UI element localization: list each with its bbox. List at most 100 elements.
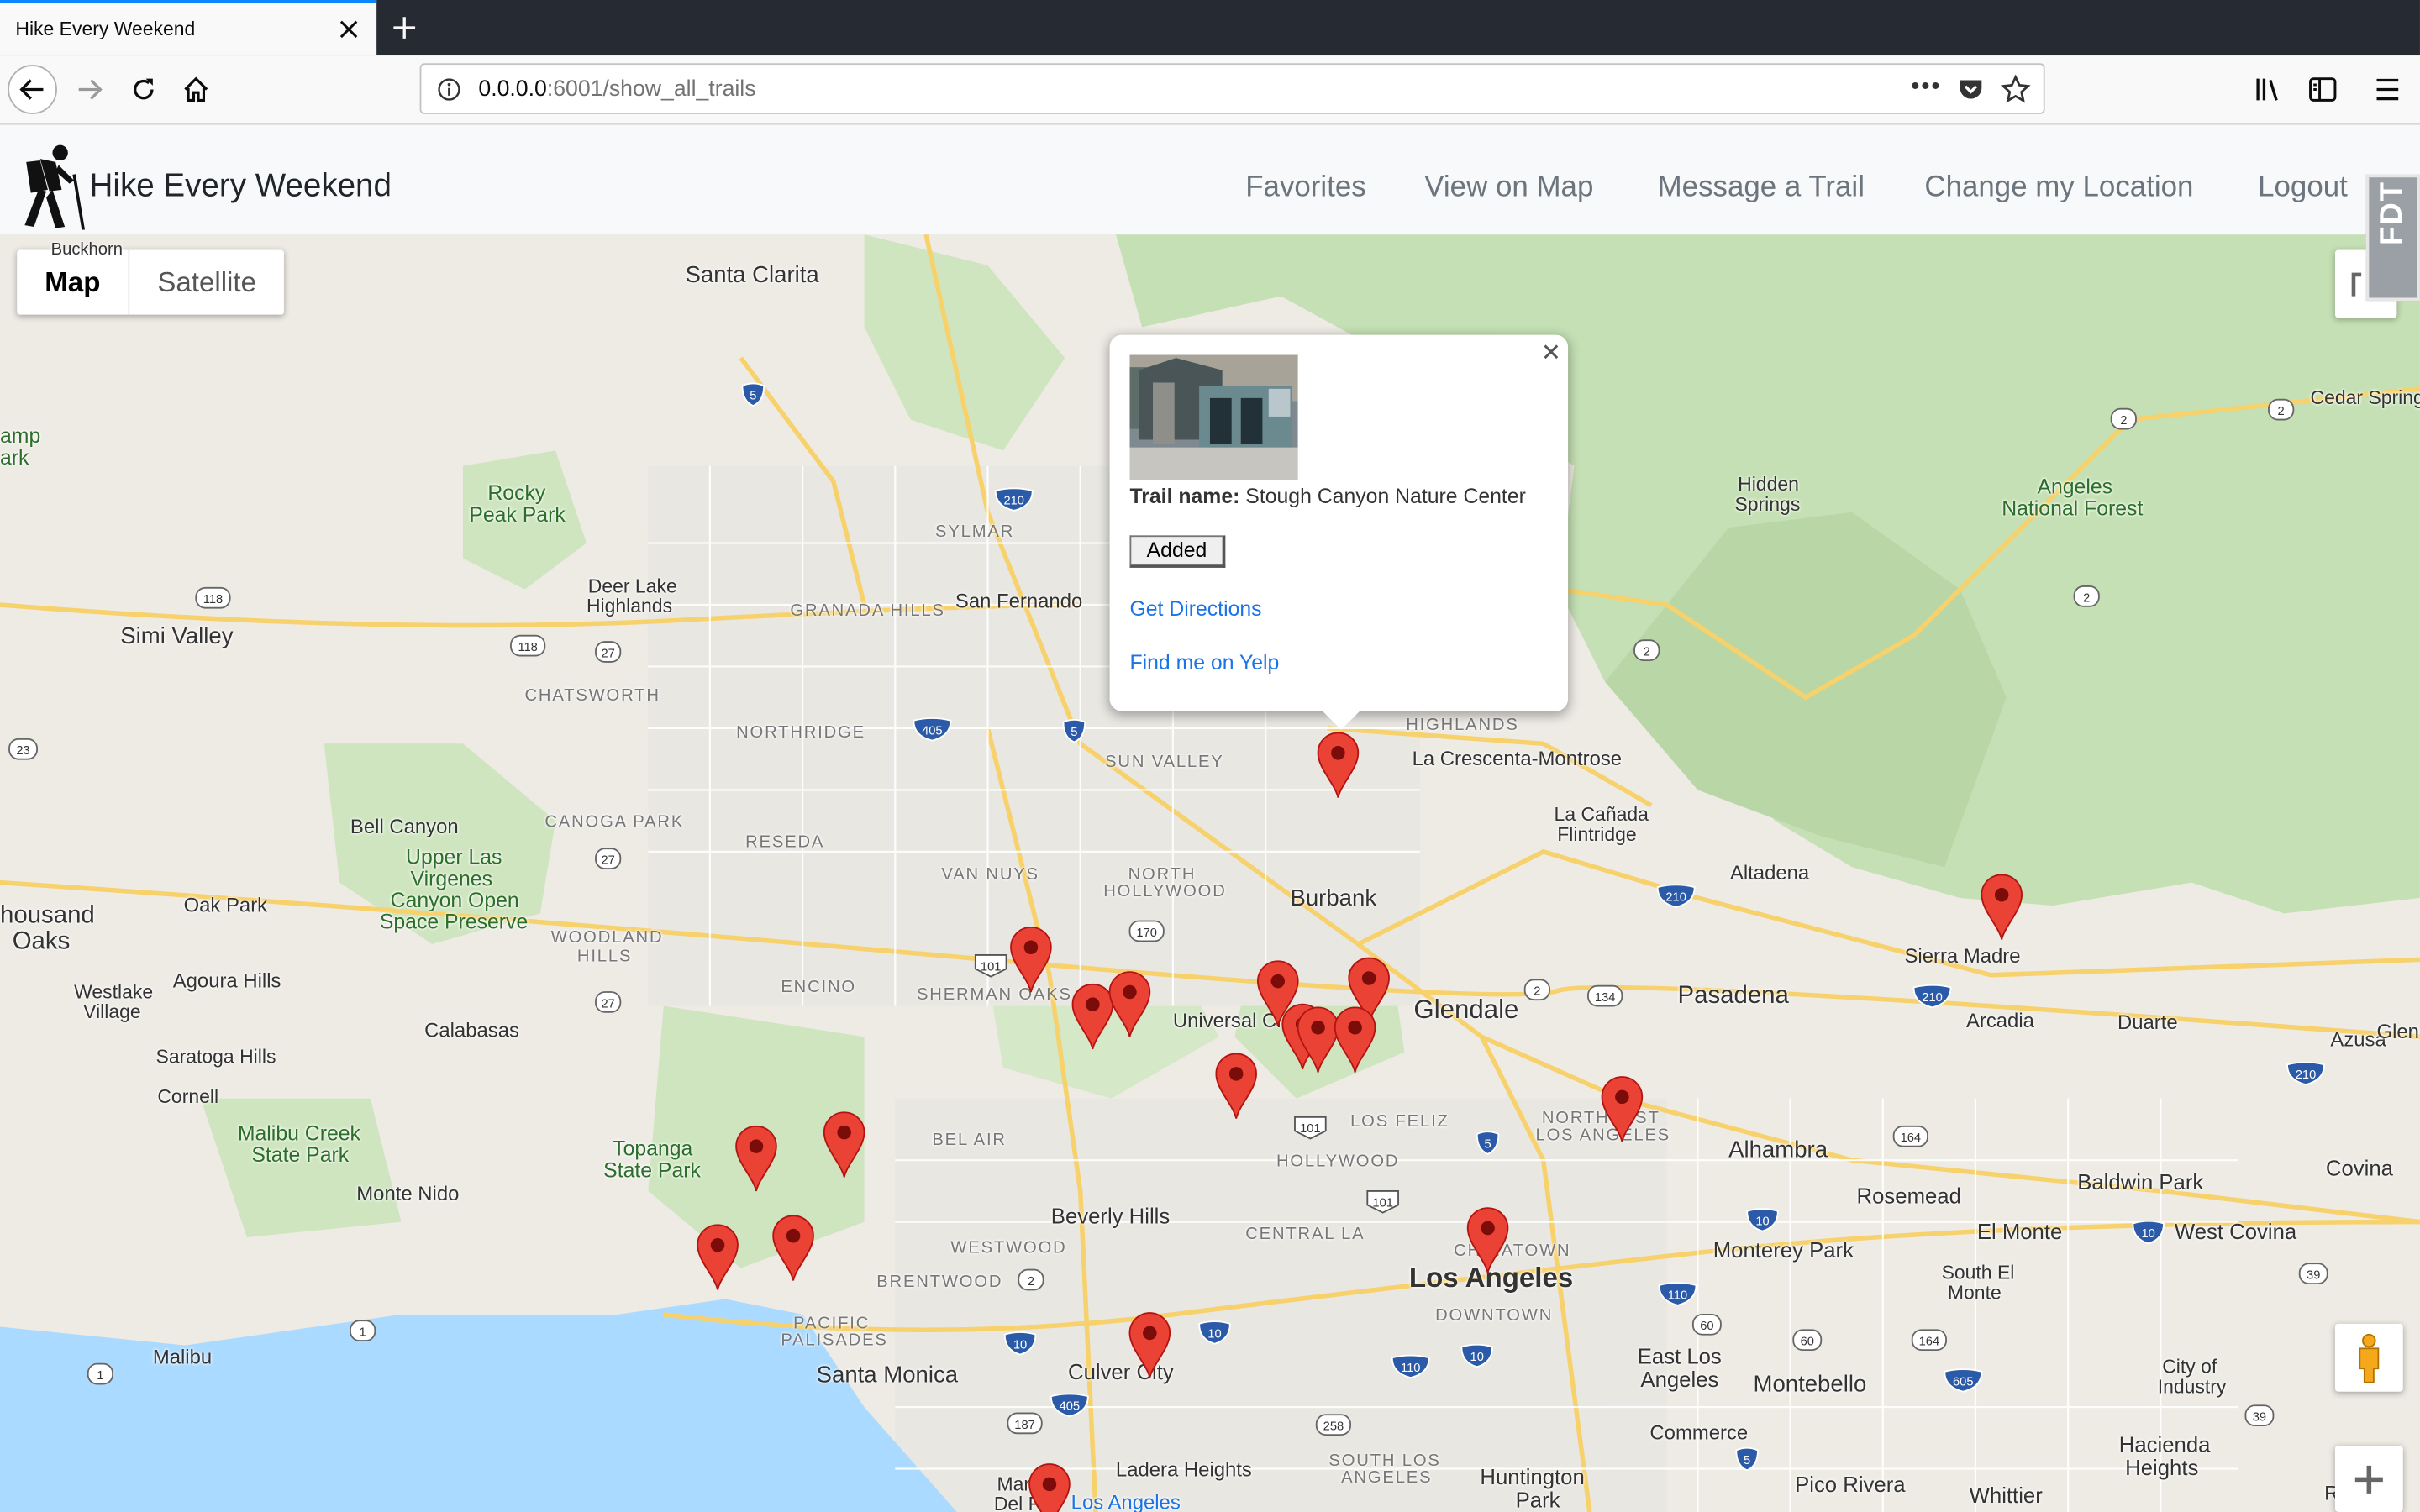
map-label: Burbank: [1290, 885, 1377, 912]
shield-number: 101: [981, 960, 1002, 974]
app-brand[interactable]: Hike Every Weekend: [90, 168, 392, 205]
trail-marker[interactable]: [1009, 926, 1052, 994]
state-route-shield-icon: 60: [1691, 1313, 1722, 1336]
map-label: Commerce: [1649, 1420, 1749, 1445]
site-info-icon[interactable]: [437, 77, 461, 102]
map-label: Pasadena: [1677, 982, 1789, 1010]
url-bar[interactable]: 0.0.0.0:6001/show_all_trails •••: [419, 63, 2045, 114]
close-tab-icon[interactable]: [336, 17, 360, 41]
nav-message-a-trail[interactable]: Message a Trail: [1658, 171, 1865, 205]
url-text[interactable]: 0.0.0.0:6001/show_all_trails: [478, 77, 755, 102]
get-directions-link[interactable]: Get Directions: [1129, 597, 1261, 621]
interstate-shield-icon: 5: [1476, 1131, 1500, 1155]
map-type-satellite[interactable]: Satellite: [128, 249, 284, 315]
state-route-shield-icon: 27: [595, 641, 622, 663]
map-label: NORTHRIDGE: [736, 723, 865, 743]
map-canvas[interactable]: Map Satellite Santa Clarita Buckhorn amp…: [0, 234, 2420, 1512]
map-label: Los Angeles: [1071, 1490, 1181, 1512]
reload-button[interactable]: [118, 65, 168, 114]
find-on-yelp-link[interactable]: Find me on Yelp: [1129, 651, 1279, 675]
nav-favorites[interactable]: Favorites: [1245, 171, 1366, 205]
interstate-shield-icon: 210: [2286, 1061, 2325, 1086]
trail-marker[interactable]: [1214, 1053, 1257, 1121]
nav-logout[interactable]: Logout: [2258, 171, 2348, 205]
map-label: Huntington: [1480, 1464, 1585, 1489]
trail-marker[interactable]: [1108, 970, 1151, 1038]
map-label: Santa Monica: [816, 1362, 959, 1389]
map-label: PALISADES: [781, 1331, 888, 1351]
map-label: Monte Nido: [356, 1181, 460, 1205]
trail-marker[interactable]: [1980, 874, 2023, 942]
trail-marker[interactable]: [1334, 1006, 1376, 1074]
sidebar-icon[interactable]: [2307, 74, 2338, 105]
trail-marker[interactable]: [1028, 1462, 1071, 1512]
zoom-in-button[interactable]: [2334, 1445, 2403, 1512]
map-label: Oaks: [12, 928, 71, 955]
trail-marker[interactable]: [1601, 1075, 1644, 1143]
trail-marker[interactable]: [696, 1224, 739, 1292]
trail-marker[interactable]: [734, 1125, 777, 1193]
state-route-shield-icon: 1: [350, 1320, 376, 1342]
trail-marker[interactable]: [1128, 1311, 1171, 1379]
map-label: Westlake: [74, 981, 154, 1003]
plus-icon: [2354, 1465, 2383, 1494]
shield-number: 118: [518, 641, 537, 654]
home-button[interactable]: [171, 65, 221, 114]
shield-number: 101: [1372, 1196, 1393, 1210]
page-actions-icon[interactable]: •••: [1911, 74, 1941, 102]
map-label: Monterey Park: [1712, 1237, 1854, 1263]
menu-icon[interactable]: [2374, 74, 2402, 105]
forward-button[interactable]: [65, 65, 114, 114]
map-label: LOS FELIZ: [1350, 1112, 1449, 1131]
state-route-shield-icon: 187: [1007, 1412, 1043, 1435]
map-label: Santa Clarita: [685, 262, 819, 289]
state-route-shield-icon: 2: [1523, 979, 1550, 1001]
interstate-shield-icon: 405: [913, 717, 952, 742]
map-label: Altadena: [1729, 860, 1810, 885]
bookmark-star-icon[interactable]: [2000, 74, 2031, 105]
interstate-shield-icon: 5: [1735, 1446, 1759, 1472]
map-label: La Crescenta-Montrose: [1412, 746, 1623, 770]
shield-number: 2: [2083, 591, 2090, 605]
back-button[interactable]: [8, 65, 57, 114]
map-label: Bell Canyon: [350, 814, 459, 838]
shield-number: 2: [1534, 985, 1540, 999]
state-route-shield-icon: 2: [2268, 398, 2295, 421]
shield-number: 164: [1901, 1131, 1922, 1145]
trail-marker[interactable]: [771, 1214, 814, 1282]
shield-number: 2: [2278, 405, 2285, 418]
map-label: Ladera Heights: [1115, 1457, 1252, 1482]
trail-marker[interactable]: [1317, 732, 1360, 800]
shield-number: 1: [360, 1326, 366, 1340]
us-route-shield-icon: 101: [1294, 1116, 1327, 1140]
interstate-shield-icon: 10: [1460, 1343, 1494, 1368]
library-icon[interactable]: [2254, 74, 2285, 105]
interstate-shield-icon: 10: [2132, 1220, 2165, 1245]
trail-marker[interactable]: [1466, 1206, 1509, 1274]
shield-number: 118: [203, 593, 223, 606]
nav-change-location[interactable]: Change my Location: [1924, 171, 2193, 205]
map-label: Topanga: [613, 1137, 693, 1161]
shield-number: 5: [1071, 726, 1077, 739]
hiker-logo-icon[interactable]: [18, 144, 87, 230]
street-view-pegman-button[interactable]: [2334, 1323, 2403, 1392]
shield-number: 27: [601, 997, 614, 1011]
map-label: Angeles: [2037, 475, 2113, 499]
shield-number: 110: [1401, 1362, 1420, 1375]
pocket-icon[interactable]: [1957, 76, 1985, 103]
map-label: Industry: [2157, 1376, 2227, 1399]
trail-marker[interactable]: [823, 1110, 865, 1179]
new-tab-icon[interactable]: [389, 13, 420, 44]
map-label: Oak Park: [183, 893, 268, 916]
map-label: HOLLYWOOD: [1103, 882, 1227, 901]
nav-view-on-map[interactable]: View on Map: [1424, 171, 1593, 205]
browser-tab[interactable]: Hike Every Weekend: [0, 0, 377, 56]
added-favorite-button[interactable]: Added: [1129, 535, 1226, 568]
map-label: Canyon Open: [390, 888, 519, 912]
app-header: Hike Every Weekend Favorites View on Map…: [0, 124, 2420, 235]
map-label: SYLMAR: [935, 522, 1015, 542]
trail-name-line: Trail name: Stough Canyon Nature Center: [1129, 485, 1525, 508]
map-label: HOLLYWOOD: [1276, 1152, 1400, 1172]
state-route-shield-icon: 118: [195, 586, 231, 609]
close-icon[interactable]: [1540, 341, 1562, 363]
